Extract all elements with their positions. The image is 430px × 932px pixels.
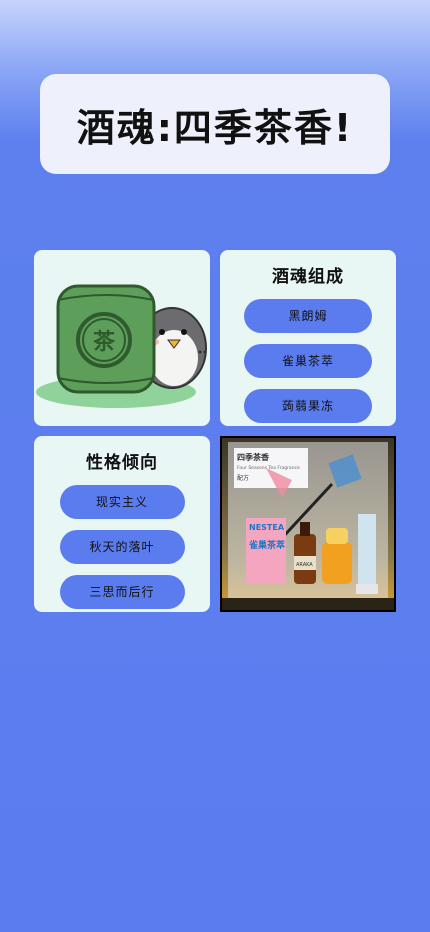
page-title: 酒魂:四季茶香! <box>76 105 354 150</box>
personality-item-think-twice[interactable]: 三思而后行 <box>59 575 185 609</box>
svg-text:四季茶香: 四季茶香 <box>237 452 270 462</box>
tea-can-icon: 茶 <box>56 284 156 394</box>
composition-card: 酒魂组成 黑朗姆 雀巢茶萃 蒟蒻果冻 <box>220 250 396 426</box>
composition-title: 酒魂组成 <box>272 267 344 287</box>
tea-can-penguin-illustration: 茶 <box>36 284 207 408</box>
composition-item-jelly[interactable]: 蒟蒻果冻 <box>244 389 372 423</box>
composition-item-nestea[interactable]: 雀巢茶萃 <box>244 344 372 378</box>
illustration-card: 茶 <box>34 250 210 426</box>
drink-pouch-photo: 四季茶香 Four Seasons Tea Fragrance 配方 NESTE… <box>222 438 394 610</box>
product-photo: 四季茶香 Four Seasons Tea Fragrance 配方 NESTE… <box>220 436 396 612</box>
svg-text:茶: 茶 <box>93 330 116 355</box>
svg-text:雀巢茶萃: 雀巢茶萃 <box>248 539 285 551</box>
composition-item-rum[interactable]: 黑朗姆 <box>244 299 372 333</box>
svg-text:配方: 配方 <box>237 474 249 482</box>
svg-text:ARAKA: ARAKA <box>296 562 313 568</box>
personality-title: 性格倾向 <box>86 453 158 473</box>
title-banner: 酒魂:四季茶香! <box>40 74 390 174</box>
svg-text:NESTEA: NESTEA <box>249 523 285 532</box>
personality-item-autumn-leaves[interactable]: 秋天的落叶 <box>59 530 185 564</box>
personality-item-realism[interactable]: 现实主义 <box>59 485 185 519</box>
personality-card: 性格倾向 现实主义 秋天的落叶 三思而后行 <box>34 436 210 612</box>
